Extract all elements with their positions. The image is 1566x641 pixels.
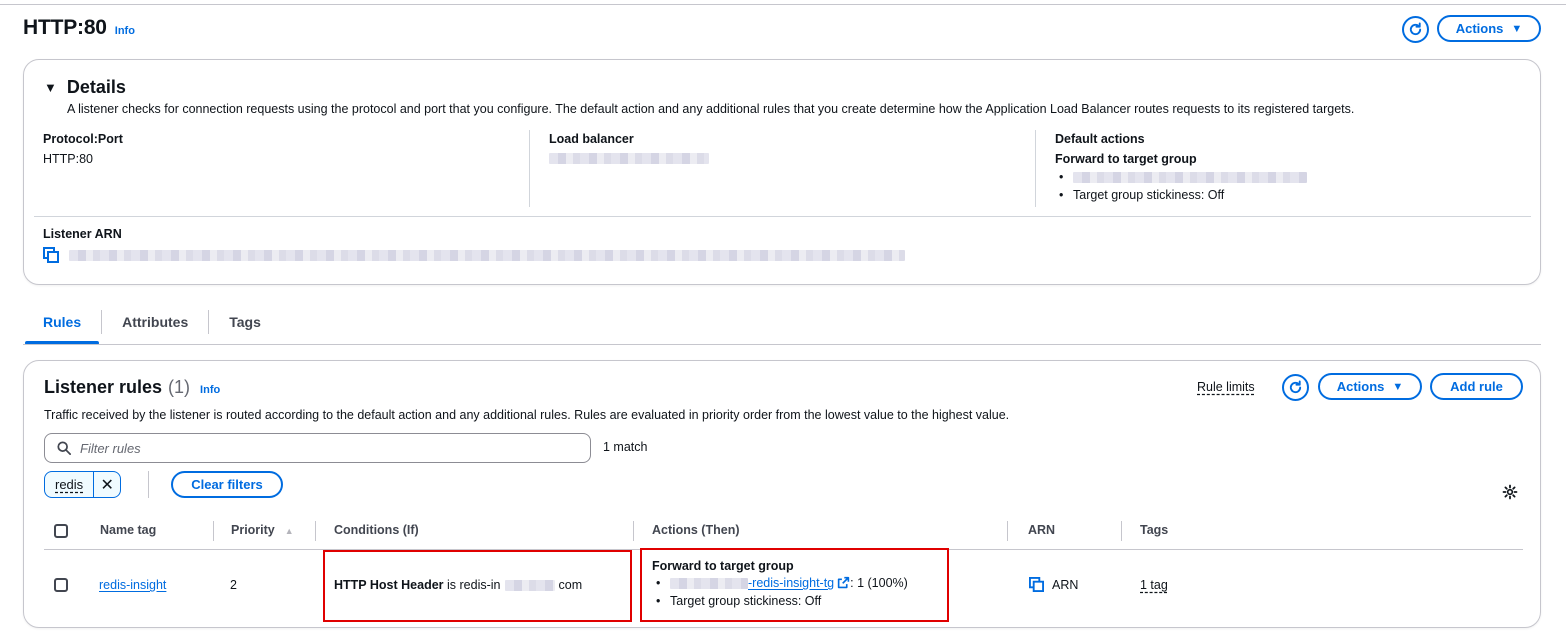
rules-title: Listener rules (1) Info	[44, 377, 220, 398]
column-separator[interactable]	[1121, 521, 1122, 541]
table-header: Name tag Priority ▲ Conditions (If) Actio…	[44, 513, 1523, 550]
default-action-list: Target group stickiness: Off	[1055, 168, 1307, 204]
details-heading: Details	[66, 77, 126, 97]
header-actions-label: Actions	[1455, 21, 1504, 36]
details-description: A listener checks for connection request…	[67, 102, 1355, 116]
filter-separator	[148, 471, 149, 498]
protocol-port-label: Protocol:Port	[43, 132, 123, 146]
search-icon	[57, 441, 71, 455]
refresh-button[interactable]	[1402, 16, 1429, 43]
column-header-arn[interactable]: ARN	[1028, 523, 1055, 537]
rule-arn-cell: ARN	[1029, 577, 1078, 592]
rule-tags-link[interactable]: 1 tag	[1140, 578, 1168, 592]
info-link[interactable]: Info	[200, 384, 220, 396]
rule-name-link[interactable]: redis-insight	[99, 578, 166, 592]
column-header-actions[interactable]: Actions (Then)	[652, 523, 740, 537]
refresh-icon	[1409, 22, 1422, 36]
listener-title: HTTP:80	[23, 16, 107, 39]
listener-rules-panel: Listener rules (1) Info Traffic received…	[23, 360, 1541, 628]
default-actions-label: Default actions	[1055, 132, 1145, 146]
refresh-icon	[1289, 380, 1302, 394]
redacted-load-balancer[interactable]	[549, 153, 709, 164]
filter-rules-field[interactable]	[44, 433, 591, 463]
sort-ascending-icon: ▲	[284, 526, 294, 536]
column-header-conditions[interactable]: Conditions (If)	[334, 523, 419, 537]
caret-down-icon: ▼	[1392, 380, 1404, 393]
gear-icon[interactable]	[1502, 484, 1518, 500]
column-divider	[529, 130, 530, 207]
details-panel: ▼ Details A listener checks for connecti…	[23, 59, 1541, 285]
load-balancer-label: Load balancer	[549, 132, 634, 146]
copy-icon[interactable]	[43, 247, 59, 263]
copy-icon[interactable]	[1029, 577, 1044, 592]
add-rule-button[interactable]: Add rule	[1430, 373, 1523, 400]
column-header-name-tag[interactable]: Name tag	[100, 523, 156, 537]
row-checkbox[interactable]	[54, 578, 68, 592]
caret-down-icon: ▼	[1511, 22, 1523, 35]
rule-limits-link[interactable]: Rule limits	[1197, 380, 1255, 394]
details-toggle[interactable]: ▼ Details	[44, 77, 126, 98]
column-header-tags[interactable]: Tags	[1140, 523, 1168, 537]
header-actions-button[interactable]: Actions ▼	[1437, 15, 1541, 42]
clear-filters-button[interactable]: Clear filters	[171, 471, 283, 498]
rule-priority: 2	[230, 578, 237, 592]
tab-rules[interactable]: Rules	[23, 303, 101, 345]
column-separator[interactable]	[1007, 521, 1008, 541]
column-separator[interactable]	[315, 521, 316, 541]
redacted-target-group[interactable]	[1073, 172, 1307, 184]
tab-bar: Rules Attributes Tags	[23, 303, 281, 345]
tabs-divider	[23, 344, 1541, 345]
redacted-listener-arn	[69, 249, 905, 261]
filter-token: redis ✕	[44, 471, 122, 498]
rules-heading: Listener rules	[44, 377, 163, 397]
section-divider	[34, 216, 1531, 217]
select-all-checkbox[interactable]	[54, 524, 68, 538]
column-header-priority-label: Priority	[231, 523, 275, 537]
list-item: Target group stickiness: Off	[1055, 186, 1307, 204]
default-actions-field: Default actions Forward to target group …	[1055, 132, 1307, 204]
caret-down-icon: ▼	[44, 80, 57, 95]
protocol-port-value: HTTP:80	[43, 152, 94, 166]
column-header-priority[interactable]: Priority ▲	[231, 523, 294, 537]
rules-count: (1)	[168, 377, 191, 397]
column-divider	[1035, 130, 1036, 207]
rule-arn-label: ARN	[1052, 577, 1079, 592]
page-title: HTTP:80 Info	[23, 16, 135, 40]
match-count: 1 match	[603, 440, 648, 454]
rules-description: Traffic received by the listener is rout…	[44, 408, 1010, 422]
filter-token-label[interactable]: redis	[45, 472, 93, 497]
top-divider	[0, 4, 1566, 5]
list-item	[1055, 168, 1307, 186]
rules-refresh-button[interactable]	[1282, 374, 1309, 401]
tab-attributes[interactable]: Attributes	[102, 303, 208, 341]
listener-arn-field: Listener ARN	[43, 227, 905, 263]
filter-rules-input[interactable]	[80, 440, 560, 456]
protocol-port-field: Protocol:Port HTTP:80	[43, 132, 123, 166]
remove-token-icon[interactable]: ✕	[93, 472, 120, 497]
load-balancer-field: Load balancer	[549, 132, 709, 167]
default-action-type: Forward to target group	[1055, 152, 1197, 166]
rules-actions-button[interactable]: Actions ▼	[1318, 373, 1422, 400]
highlight-box-actions	[640, 548, 949, 622]
column-separator[interactable]	[633, 521, 634, 541]
listener-arn-label: Listener ARN	[43, 227, 122, 241]
column-separator[interactable]	[213, 521, 214, 541]
tab-tags[interactable]: Tags	[209, 303, 281, 341]
highlight-box-conditions	[323, 550, 632, 622]
rules-actions-label: Actions	[1336, 379, 1385, 394]
info-link[interactable]: Info	[115, 25, 135, 37]
